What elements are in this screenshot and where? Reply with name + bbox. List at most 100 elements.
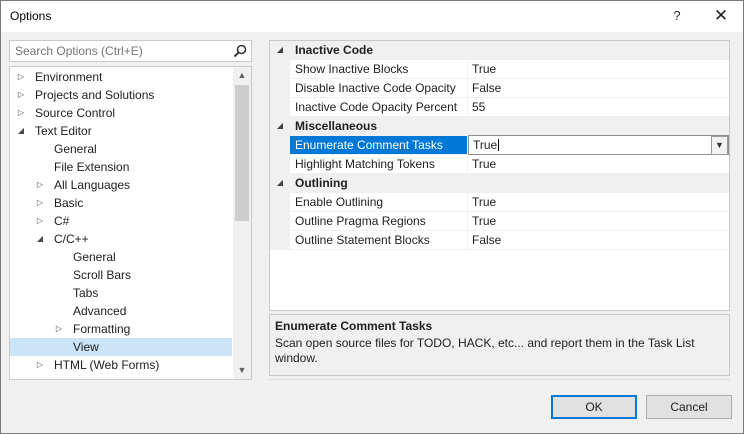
grid-category[interactable]: ◢ Miscellaneous: [270, 117, 729, 136]
expanded-arrow-icon[interactable]: ◢: [275, 174, 285, 192]
tree-item-label: Basic: [54, 196, 84, 210]
property-value-editor[interactable]: True: [468, 135, 729, 155]
property-name[interactable]: Show Inactive Blocks: [290, 60, 468, 79]
property-value-text: True: [472, 214, 497, 228]
tree-item-label: HTML (Web Forms): [54, 358, 160, 372]
tree-item[interactable]: Tabs: [10, 284, 232, 302]
tree-item[interactable]: ▷ Environment: [10, 68, 232, 86]
scroll-down-icon[interactable]: ▼: [233, 362, 251, 379]
expanded-arrow-icon[interactable]: ◢: [275, 41, 285, 59]
row-gutter: [270, 98, 290, 117]
property-value[interactable]: False: [468, 79, 729, 98]
grid-category[interactable]: ◢ Outlining: [270, 174, 729, 193]
expanded-arrow-icon[interactable]: ◢: [35, 230, 45, 248]
collapsed-arrow-icon[interactable]: ▷: [16, 86, 26, 104]
row-gutter: [270, 136, 290, 155]
collapsed-arrow-icon[interactable]: ▷: [35, 194, 45, 212]
description-panel: Enumerate Comment Tasks Scan open source…: [269, 314, 730, 376]
grid-category[interactable]: ◢ Inactive Code: [270, 41, 729, 60]
tree-item-label: Projects and Solutions: [35, 88, 155, 102]
row-gutter: [270, 231, 290, 250]
tree-item-label: View: [73, 340, 99, 354]
collapsed-arrow-icon[interactable]: ▷: [54, 320, 64, 338]
property-name[interactable]: Disable Inactive Code Opacity: [290, 79, 468, 98]
tree-item[interactable]: ▷ HTML (Web Forms): [10, 356, 232, 374]
tree-item-label: Environment: [35, 70, 103, 84]
property-name[interactable]: Highlight Matching Tokens: [290, 155, 468, 174]
tree-item[interactable]: General: [10, 140, 232, 158]
property-value-text: 55: [472, 100, 486, 114]
tree-item-label: Scroll Bars: [73, 268, 132, 282]
tree-item-label: General: [54, 142, 97, 156]
grid-property-row[interactable]: Outline Pragma Regions True: [270, 212, 729, 231]
tree-item-label: General: [73, 250, 116, 264]
grid-property-row[interactable]: Disable Inactive Code Opacity False: [270, 79, 729, 98]
tree-item-label: C/C++: [54, 232, 89, 246]
tree-item[interactable]: ▷ C#: [10, 212, 232, 230]
property-name[interactable]: Outline Pragma Regions: [290, 212, 468, 231]
help-button[interactable]: ?: [665, 5, 689, 27]
property-value-text: True: [472, 195, 497, 209]
row-gutter: [270, 212, 290, 231]
grid-property-row[interactable]: Enumerate Comment Tasks True: [270, 135, 729, 155]
property-value[interactable]: True: [468, 212, 729, 231]
expanded-arrow-icon[interactable]: ◢: [16, 122, 26, 140]
tree-item[interactable]: General: [10, 248, 232, 266]
tree-item-label: Formatting: [73, 322, 131, 336]
tree-scrollbar[interactable]: ▲ ▼: [233, 67, 251, 379]
row-gutter: [270, 193, 290, 212]
options-tree: ▷ Environment ▷ Projects and Solutions ▷ Sour…: [9, 66, 252, 380]
scroll-up-icon[interactable]: ▲: [233, 67, 251, 84]
cancel-button[interactable]: Cancel: [646, 395, 732, 419]
expanded-arrow-icon[interactable]: ◢: [275, 117, 285, 135]
window-title: Options: [10, 9, 52, 23]
property-value[interactable]: True: [468, 60, 729, 79]
tree-item[interactable]: ▷ Formatting: [10, 320, 232, 338]
description-text: Scan open source files for TODO, HACK, e…: [275, 336, 695, 365]
property-grid: ◢ Inactive Code Show Inactive Blocks True Di…: [269, 40, 730, 311]
grid-property-row[interactable]: Highlight Matching Tokens True: [270, 155, 729, 174]
property-value[interactable]: True: [468, 193, 729, 212]
tree-item-label: Tabs: [73, 286, 99, 300]
search-box: [9, 40, 252, 62]
tree-item[interactable]: ▷ Source Control: [10, 104, 232, 122]
search-icon[interactable]: [232, 43, 248, 59]
property-value-text: False: [472, 81, 502, 95]
tree-item-label: Source Control: [35, 106, 116, 120]
divider: [269, 379, 730, 380]
text-caret: [498, 139, 500, 151]
tree-item[interactable]: Scroll Bars: [10, 266, 232, 284]
grid-property-row[interactable]: Inactive Code Opacity Percent 55: [270, 98, 729, 117]
tree-item[interactable]: ▷ All Languages: [10, 176, 232, 194]
tree-item-label: All Languages: [54, 178, 131, 192]
property-value[interactable]: 55: [468, 98, 729, 117]
property-value-text: True: [473, 138, 498, 152]
tree-item[interactable]: Advanced: [10, 302, 232, 320]
dropdown-arrow-icon[interactable]: ▼: [711, 136, 728, 155]
tree-item[interactable]: File Extension: [10, 158, 232, 176]
tree-item[interactable]: ▷ Basic: [10, 194, 232, 212]
property-name[interactable]: Outline Statement Blocks: [290, 231, 468, 250]
collapsed-arrow-icon[interactable]: ▷: [35, 356, 45, 374]
tree-item[interactable]: ◢ Text Editor: [10, 122, 232, 140]
collapsed-arrow-icon[interactable]: ▷: [16, 68, 26, 86]
property-name[interactable]: Enumerate Comment Tasks: [290, 136, 468, 155]
ok-button[interactable]: OK: [551, 395, 637, 419]
property-name[interactable]: Enable Outlining: [290, 193, 468, 212]
property-name[interactable]: Inactive Code Opacity Percent: [290, 98, 468, 117]
search-input[interactable]: [10, 41, 228, 61]
property-value[interactable]: True: [468, 155, 729, 174]
collapsed-arrow-icon[interactable]: ▷: [35, 212, 45, 230]
close-button[interactable]: ✕: [709, 5, 733, 27]
collapsed-arrow-icon[interactable]: ▷: [16, 104, 26, 122]
property-value[interactable]: False: [468, 231, 729, 250]
scrollbar-thumb[interactable]: [235, 85, 249, 221]
tree-item-label: C#: [54, 214, 70, 228]
tree-item[interactable]: ▷ Projects and Solutions: [10, 86, 232, 104]
collapsed-arrow-icon[interactable]: ▷: [35, 176, 45, 194]
grid-property-row[interactable]: Show Inactive Blocks True: [270, 60, 729, 79]
grid-property-row[interactable]: Outline Statement Blocks False: [270, 231, 729, 250]
tree-item[interactable]: ◢ C/C++: [10, 230, 232, 248]
tree-item[interactable]: View: [10, 338, 232, 356]
grid-property-row[interactable]: Enable Outlining True: [270, 193, 729, 212]
